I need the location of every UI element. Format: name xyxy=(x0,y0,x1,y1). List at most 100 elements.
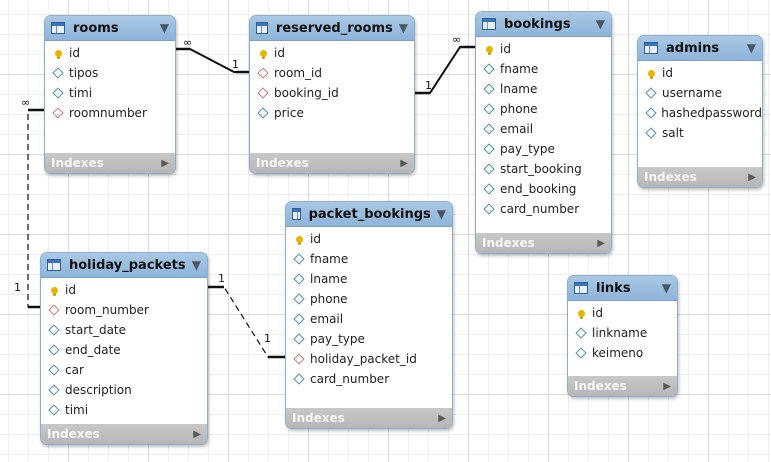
column-row[interactable]: fname xyxy=(286,249,452,269)
collapse-arrow-icon[interactable]: ▼ xyxy=(662,281,671,295)
table-header[interactable]: reserved_rooms ▼ xyxy=(250,16,414,41)
cardinality-label: 1 xyxy=(232,58,239,71)
table-header[interactable]: admins ▼ xyxy=(638,36,762,61)
collapse-arrow-icon[interactable]: ▼ xyxy=(160,21,169,35)
column-row[interactable]: price xyxy=(250,103,414,123)
column-row[interactable]: salt xyxy=(638,123,762,143)
column-row[interactable]: lname xyxy=(476,79,611,99)
column-icon xyxy=(484,183,494,195)
table-packet_bookings[interactable]: packet_bookings ▼ id fname lname phone e… xyxy=(285,201,453,429)
relationship-holiday_packets-packet_bookings[interactable]: 1 1 xyxy=(206,272,286,359)
column-row[interactable]: pay_type xyxy=(476,139,611,159)
column-row[interactable]: room_id xyxy=(250,63,414,83)
column-row[interactable]: id xyxy=(250,43,414,63)
column-name: phone xyxy=(310,292,348,306)
indexes-section[interactable]: Indexes ▶ xyxy=(476,233,611,253)
column-row[interactable]: hashedpassword xyxy=(638,103,762,123)
column-name: card_number xyxy=(310,372,390,386)
indexes-section[interactable]: Indexes ▶ xyxy=(250,153,414,173)
indexes-label: Indexes xyxy=(256,156,309,170)
indexes-section[interactable]: Indexes ▶ xyxy=(638,167,762,187)
table-header[interactable]: rooms ▼ xyxy=(45,16,175,41)
column-icon xyxy=(484,63,494,75)
column-row[interactable]: email xyxy=(286,309,452,329)
column-name: username xyxy=(662,86,722,100)
column-row[interactable]: booking_id xyxy=(250,83,414,103)
column-row[interactable]: card_number xyxy=(476,199,611,219)
collapse-arrow-icon[interactable]: ▼ xyxy=(399,21,408,35)
column-name: keimeno xyxy=(592,346,644,360)
table-header[interactable]: bookings ▼ xyxy=(476,12,611,37)
column-row[interactable]: id xyxy=(638,63,762,83)
column-name: description xyxy=(65,383,132,397)
column-row[interactable]: car xyxy=(41,360,207,380)
column-row[interactable]: username xyxy=(638,83,762,103)
table-links[interactable]: links ▼ id linkname keimeno Indexes ▶ xyxy=(567,275,678,397)
column-row[interactable]: roomnumber xyxy=(45,103,175,123)
column-name: lname xyxy=(500,82,538,96)
column-row[interactable]: keimeno xyxy=(568,343,677,363)
column-row[interactable]: tipos xyxy=(45,63,175,83)
collapse-arrow-icon[interactable]: ▼ xyxy=(596,17,605,31)
table-holiday_packets[interactable]: holiday_packets ▼ id room_number start_d… xyxy=(40,252,208,445)
expand-arrow-icon[interactable]: ▶ xyxy=(663,381,671,392)
indexes-section[interactable]: Indexes ▶ xyxy=(568,376,677,396)
indexes-section[interactable]: Indexes ▶ xyxy=(45,153,175,173)
table-admins[interactable]: admins ▼ id username hashedpassword salt… xyxy=(637,35,763,188)
column-name: booking_id xyxy=(274,86,339,100)
relationship-rooms-reserved_rooms[interactable]: ∞ 1 xyxy=(176,36,250,74)
column-row[interactable]: fname xyxy=(476,59,611,79)
table-bookings[interactable]: bookings ▼ id fname lname phone email pa… xyxy=(475,11,612,254)
column-row[interactable]: id xyxy=(45,43,175,63)
table-header[interactable]: holiday_packets ▼ xyxy=(41,253,207,278)
primary-key-icon xyxy=(294,233,304,245)
column-icon xyxy=(49,344,59,356)
column-row[interactable]: holiday_packet_id xyxy=(286,349,452,369)
column-row[interactable]: end_date xyxy=(41,340,207,360)
column-row[interactable]: card_number xyxy=(286,369,452,389)
relationship-reserved_rooms-bookings[interactable]: 1 ∞ xyxy=(414,33,476,95)
column-row[interactable]: start_date xyxy=(41,320,207,340)
expand-arrow-icon[interactable]: ▶ xyxy=(400,158,408,169)
column-row[interactable]: pay_type xyxy=(286,329,452,349)
column-name: end_date xyxy=(65,343,121,357)
collapse-arrow-icon[interactable]: ▼ xyxy=(192,258,201,272)
indexes-label: Indexes xyxy=(574,379,627,393)
table-reserved_rooms[interactable]: reserved_rooms ▼ id room_id booking_id p… xyxy=(249,15,415,174)
table-icon xyxy=(292,208,301,220)
column-name: id xyxy=(592,306,603,320)
column-row[interactable]: id xyxy=(41,280,207,300)
column-row[interactable]: id xyxy=(476,39,611,59)
table-header[interactable]: packet_bookings ▼ xyxy=(286,202,452,227)
column-row[interactable]: linkname xyxy=(568,323,677,343)
column-row[interactable]: description xyxy=(41,380,207,400)
table-icon xyxy=(482,18,496,30)
column-row[interactable]: id xyxy=(568,303,677,323)
column-row[interactable]: email xyxy=(476,119,611,139)
expand-arrow-icon[interactable]: ▶ xyxy=(748,172,756,183)
column-row[interactable]: start_booking xyxy=(476,159,611,179)
cardinality-label: 1 xyxy=(14,281,21,294)
indexes-section[interactable]: Indexes ▶ xyxy=(41,424,207,444)
column-row[interactable]: phone xyxy=(286,289,452,309)
column-list: id tipos timi roomnumber xyxy=(45,41,175,127)
expand-arrow-icon[interactable]: ▶ xyxy=(438,413,446,424)
collapse-arrow-icon[interactable]: ▼ xyxy=(747,41,756,55)
column-row[interactable]: phone xyxy=(476,99,611,119)
column-row[interactable]: room_number xyxy=(41,300,207,320)
expand-arrow-icon[interactable]: ▶ xyxy=(597,238,605,249)
column-row[interactable]: timi xyxy=(45,83,175,103)
collapse-arrow-icon[interactable]: ▼ xyxy=(437,207,446,221)
table-rooms[interactable]: rooms ▼ id tipos timi roomnumber Indexes… xyxy=(44,15,176,174)
table-header[interactable]: links ▼ xyxy=(568,276,677,301)
column-row[interactable]: lname xyxy=(286,269,452,289)
column-icon xyxy=(258,107,268,119)
column-name: salt xyxy=(662,126,684,140)
column-name: price xyxy=(274,106,304,120)
indexes-section[interactable]: Indexes ▶ xyxy=(286,408,452,428)
column-row[interactable]: id xyxy=(286,229,452,249)
column-row[interactable]: timi xyxy=(41,400,207,420)
expand-arrow-icon[interactable]: ▶ xyxy=(193,429,201,440)
expand-arrow-icon[interactable]: ▶ xyxy=(161,158,169,169)
column-row[interactable]: end_booking xyxy=(476,179,611,199)
